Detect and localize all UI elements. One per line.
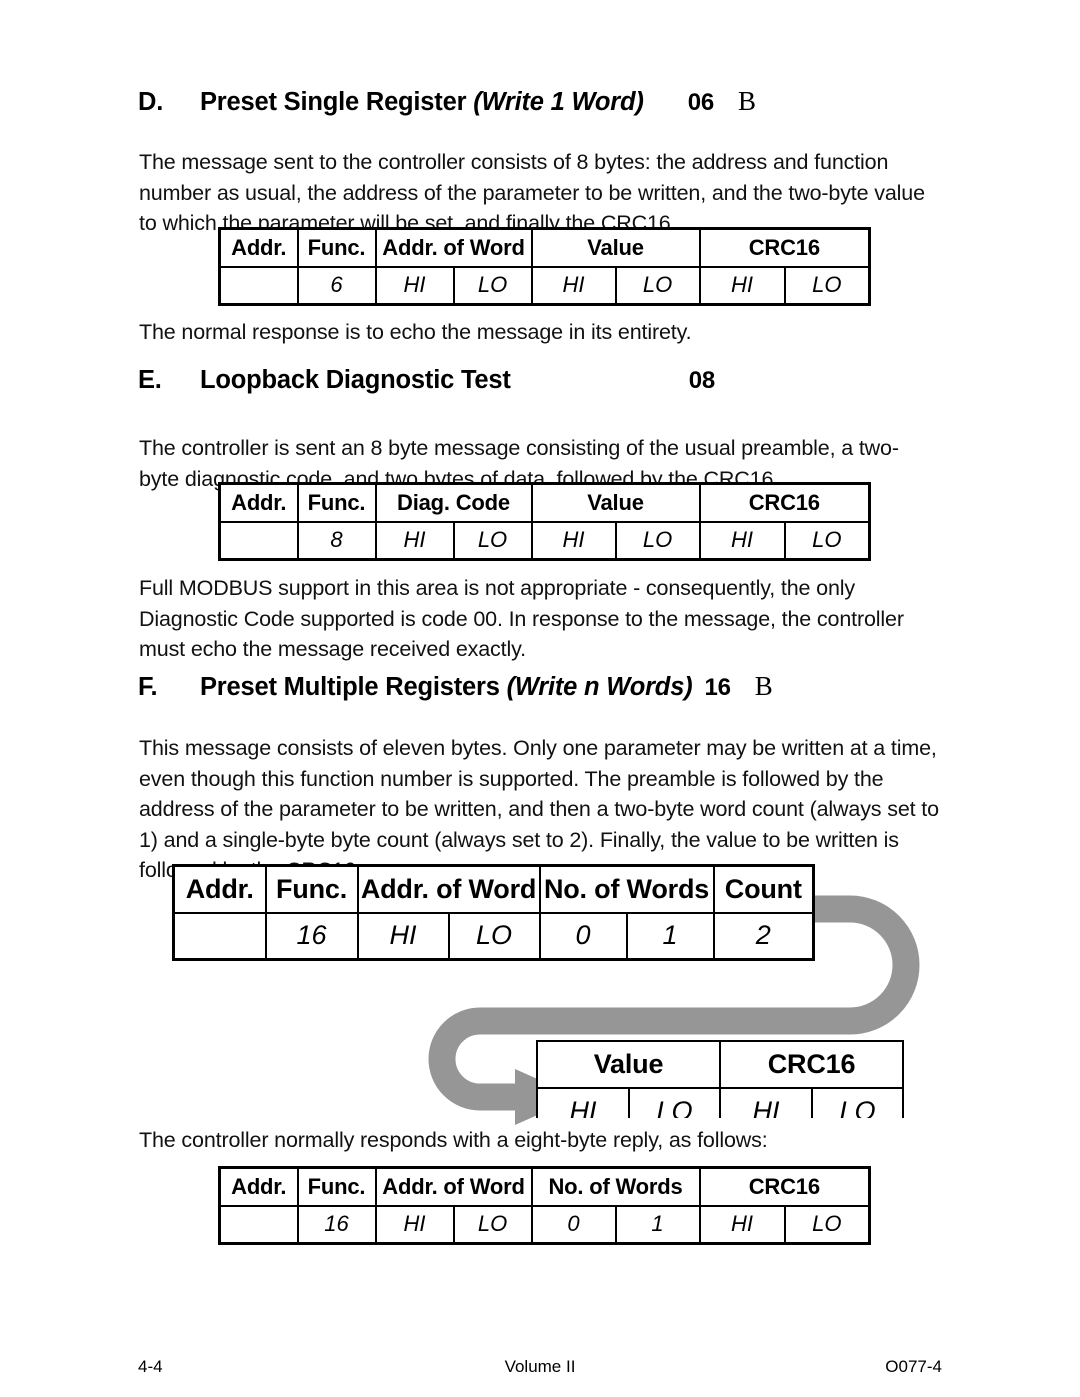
value-cell-func: 16 — [296, 1204, 377, 1245]
header-cell-addr: Addr. — [218, 227, 299, 268]
value-cell-words-hi: 0 — [538, 911, 628, 961]
header-cell-func: Func. — [296, 227, 377, 268]
table-preset-single-register: Addr. Func. Addr. of Word Value CRC16 6 … — [218, 227, 872, 306]
value-cell-words-hi: 0 — [530, 1204, 617, 1245]
value-cell-addr-hi: HI — [356, 911, 450, 961]
header-cell-crc16: CRC16 — [698, 1166, 871, 1207]
section-after-paragraph-e: Full MODBUS support in this area is not … — [139, 576, 904, 661]
header-cell-crc16: CRC16 — [698, 482, 871, 523]
section-title-d: Preset Single Register (Write 1 Word) — [200, 88, 644, 116]
section-paragraph-f: This message consists of eleven bytes. O… — [139, 736, 939, 882]
table-header-row: Addr. Func. Addr. of Word No. of Words C… — [218, 1166, 871, 1207]
footer-page-number: 4-4 — [138, 1357, 163, 1376]
header-cell-value: Value — [536, 1040, 722, 1089]
header-cell-value: Value — [530, 482, 701, 523]
header-cell-addr: Addr. — [218, 1166, 299, 1207]
value-cell-value-hi: HI — [536, 1087, 630, 1118]
section-heading-d: D. Preset Single Register (Write 1 Word)… — [138, 86, 756, 117]
table-value-row: 8 HI LO HI LO HI LO — [218, 520, 871, 561]
value-cell-crc-lo: LO — [811, 1087, 905, 1118]
section-letter-d: D. — [138, 88, 164, 116]
value-cell-diag-hi: HI — [374, 520, 455, 561]
section-heading-f: F. Preset Multiple Registers (Write n Wo… — [138, 671, 773, 702]
value-cell-words-lo: 1 — [625, 911, 715, 961]
section-heading-e: E. Loopback Diagnostic Test 08 — [138, 366, 715, 395]
value-cell-addr-hi: HI — [374, 265, 455, 306]
footer-doc-number: O077-4 — [885, 1357, 942, 1376]
section-after-paragraph-f: The controller normally responds with a … — [139, 1125, 939, 1156]
value-cell-addr-hi: HI — [374, 1204, 455, 1245]
header-cell-addr-of-word: Addr. of Word — [374, 227, 533, 268]
header-cell-func: Func. — [264, 864, 359, 914]
value-cell-addr-lo: LO — [447, 911, 541, 961]
section-title-e: Loopback Diagnostic Test — [200, 366, 511, 394]
section-code-f: 16 — [704, 674, 731, 701]
table-value-row: 16 HI LO 0 1 HI LO — [218, 1204, 871, 1245]
value-cell-value-lo: LO — [614, 520, 701, 561]
value-cell-count: 2 — [712, 911, 815, 961]
value-cell-words-lo: 1 — [614, 1204, 701, 1245]
value-cell-addr-lo: LO — [452, 1204, 533, 1245]
value-cell-crc-lo: LO — [783, 265, 871, 306]
value-cell-addr — [218, 1204, 299, 1245]
section-bmark-f: B — [754, 671, 773, 701]
value-cell-addr — [218, 520, 299, 561]
table-value-row: HI LO HI LO — [536, 1087, 905, 1118]
header-cell-addr-of-word: Addr. of Word — [374, 1166, 533, 1207]
page-footer: 4-4 Volume II O077-4 — [138, 1357, 942, 1377]
section-letter-e: E. — [138, 366, 162, 394]
table-header-row: Value CRC16 — [536, 1040, 905, 1089]
header-cell-addr: Addr. — [172, 864, 267, 914]
value-cell-func: 8 — [296, 520, 377, 561]
table-value-row: 6 HI LO HI LO HI LO — [218, 265, 871, 306]
section-letter-f: F. — [138, 673, 158, 701]
value-cell-crc-hi: HI — [698, 265, 786, 306]
header-cell-addr-of-word: Addr. of Word — [356, 864, 541, 914]
header-cell-crc16: CRC16 — [719, 1040, 905, 1089]
value-cell-value-hi: HI — [530, 265, 617, 306]
header-cell-no-of-words: No. of Words — [530, 1166, 701, 1207]
section-paragraph-d: The message sent to the controller consi… — [139, 150, 925, 235]
table-preset-multiple-response: Addr. Func. Addr. of Word No. of Words C… — [218, 1166, 872, 1245]
value-cell-func: 6 — [296, 265, 377, 306]
value-cell-value-lo: LO — [627, 1087, 722, 1118]
value-cell-value-lo: LO — [614, 265, 701, 306]
table-header-row: Addr. Func. Addr. of Word Value CRC16 — [218, 227, 871, 268]
footer-volume: Volume II — [504, 1357, 576, 1376]
value-cell-addr — [218, 265, 299, 306]
table-preset-multiple-continuation: Value CRC16 HI LO HI LO — [536, 1040, 905, 1118]
value-cell-diag-lo: LO — [452, 520, 533, 561]
table-header-row: Addr. Func. Addr. of Word No. of Words C… — [172, 864, 815, 914]
table-preset-multiple-request: Addr. Func. Addr. of Word No. of Words C… — [172, 864, 816, 961]
value-cell-crc-hi: HI — [698, 1204, 786, 1245]
value-cell-addr-lo: LO — [452, 265, 533, 306]
header-cell-diag-code: Diag. Code — [374, 482, 533, 523]
section-after-paragraph-d: The normal response is to echo the messa… — [139, 320, 692, 344]
section-title-f: Preset Multiple Registers (Write n Words… — [200, 673, 693, 701]
value-cell-crc-hi: HI — [698, 520, 786, 561]
document-page: D. Preset Single Register (Write 1 Word)… — [0, 0, 1080, 1397]
header-cell-crc16: CRC16 — [698, 227, 871, 268]
value-cell-value-hi: HI — [530, 520, 617, 561]
section-code-e: 08 — [688, 367, 715, 394]
header-cell-no-of-words: No. of Words — [538, 864, 715, 914]
header-cell-func: Func. — [296, 482, 377, 523]
value-cell-func: 16 — [264, 911, 359, 961]
value-cell-crc-lo: LO — [783, 520, 871, 561]
value-cell-crc-lo: LO — [783, 1204, 871, 1245]
section-bmark-d: B — [738, 86, 756, 116]
table-loopback-diagnostic: Addr. Func. Diag. Code Value CRC16 8 HI … — [218, 482, 872, 561]
header-cell-addr: Addr. — [218, 482, 299, 523]
header-cell-value: Value — [530, 227, 701, 268]
value-cell-crc-hi: HI — [719, 1087, 814, 1118]
table-value-row: 16 HI LO 0 1 2 — [172, 911, 815, 961]
table-header-row: Addr. Func. Diag. Code Value CRC16 — [218, 482, 871, 523]
section-code-d: 06 — [687, 89, 714, 116]
value-cell-addr — [172, 911, 267, 961]
header-cell-func: Func. — [296, 1166, 377, 1207]
header-cell-count: Count — [712, 864, 815, 914]
table-preset-multiple-continuation-clip: Value CRC16 HI LO HI LO — [536, 1040, 906, 1118]
